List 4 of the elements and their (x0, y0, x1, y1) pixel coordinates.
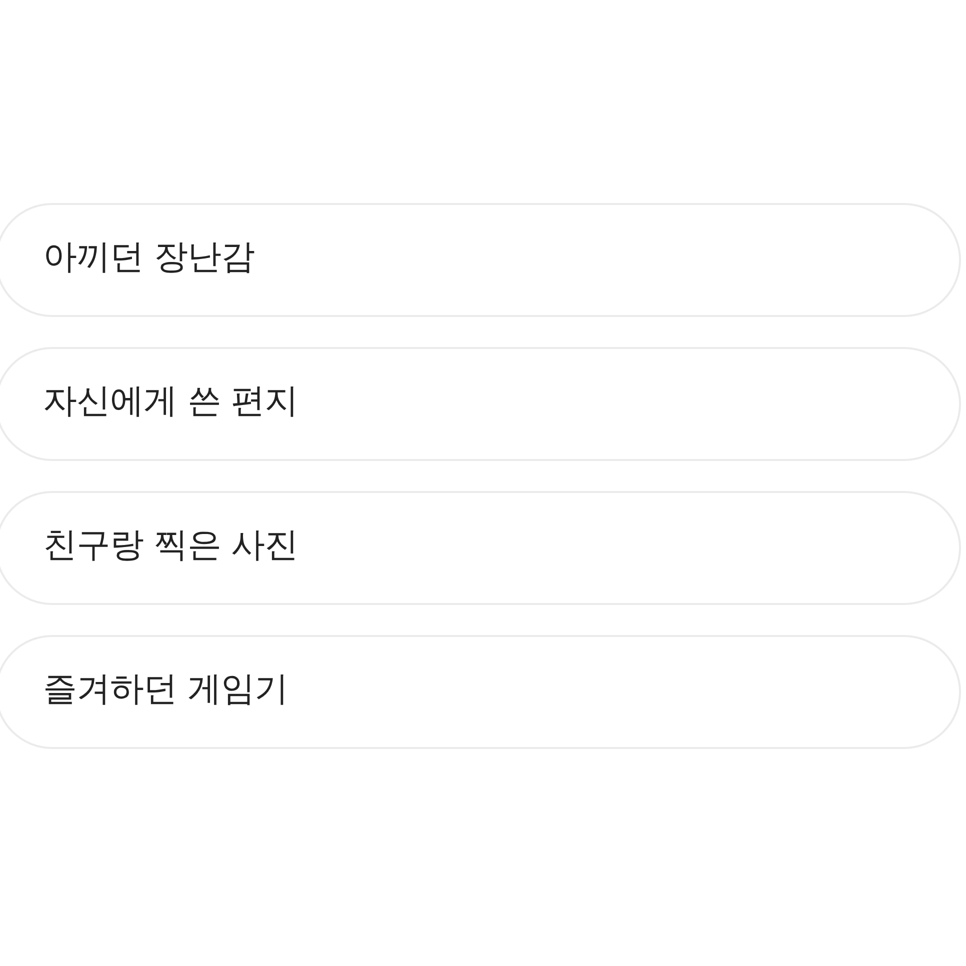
answer-option[interactable]: 친구랑 찍은 사진 (0, 491, 961, 605)
answer-option[interactable]: 아끼던 장난감 (0, 203, 961, 317)
answer-option[interactable]: 자신에게 쓴 편지 (0, 347, 961, 461)
answer-option[interactable]: 즐겨하던 게임기 (0, 635, 961, 749)
